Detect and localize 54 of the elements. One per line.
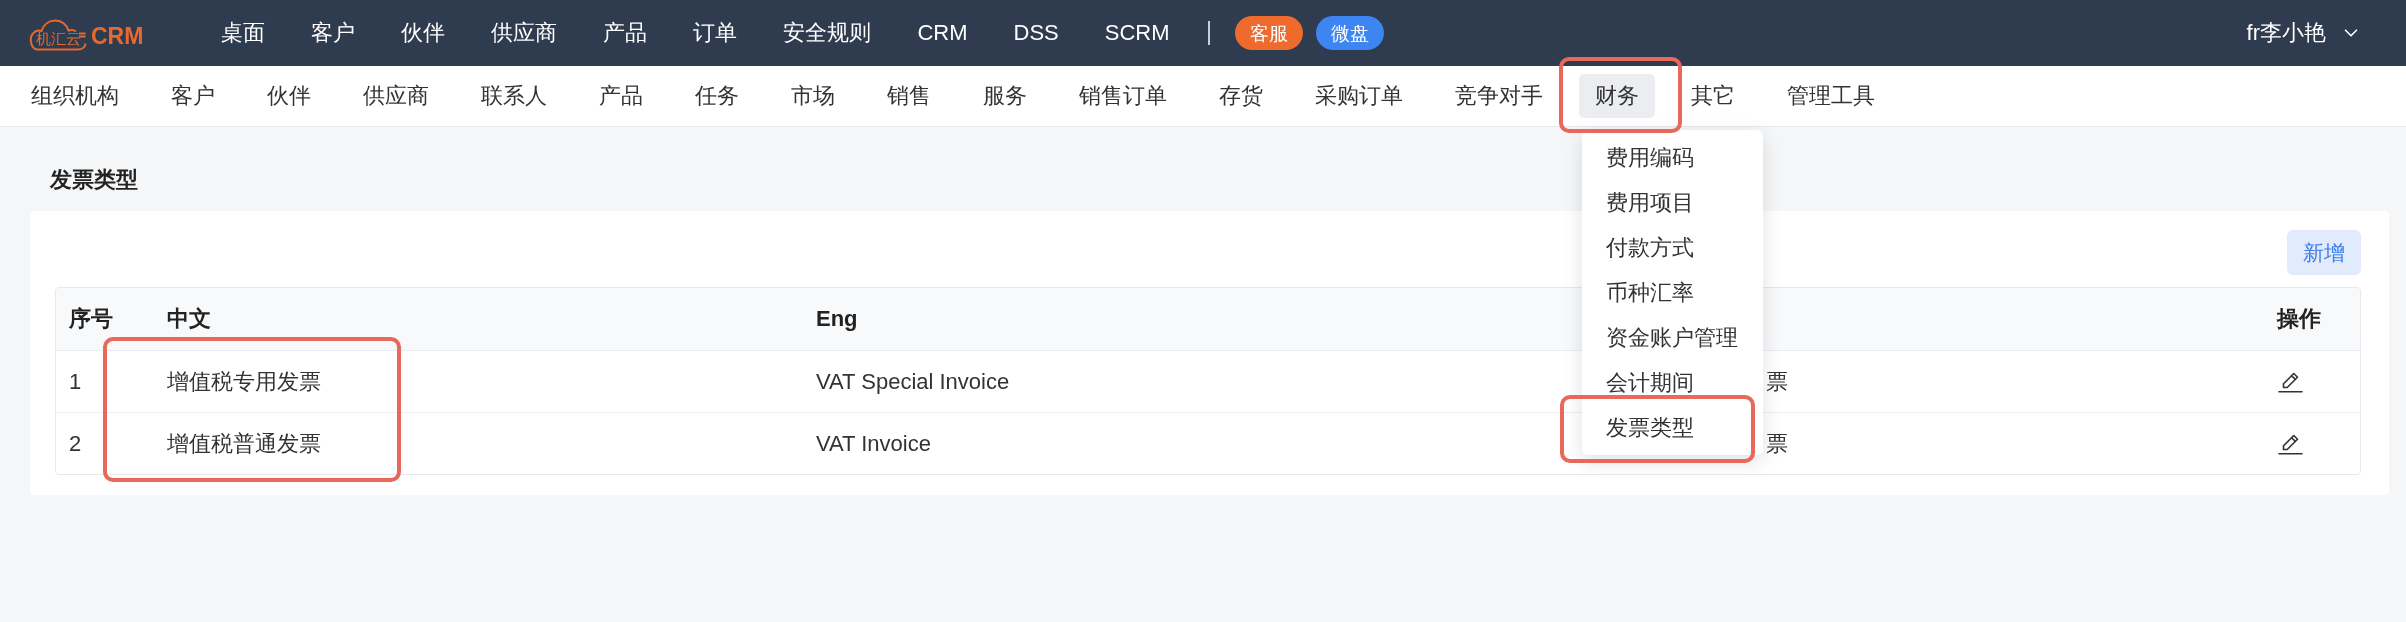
table-cell: VAT Invoice: [816, 432, 931, 455]
sub-nav-tab[interactable]: 市场: [775, 74, 851, 118]
menu-item[interactable]: 付款方式: [1582, 225, 1763, 270]
sub-nav-tab[interactable]: 竞争对手: [1439, 74, 1559, 118]
badge-button[interactable]: 微盘: [1315, 16, 1384, 50]
nav-link[interactable]: 客户: [311, 22, 356, 44]
menu-item[interactable]: 发票类型: [1582, 405, 1763, 450]
table-cell: VAT Special Invoice: [816, 370, 1010, 393]
logo-text: 机汇云: [36, 31, 81, 46]
sub-nav-tab[interactable]: 产品: [583, 74, 659, 118]
nav-link[interactable]: 供应商: [491, 22, 558, 44]
sub-nav-tab[interactable]: 客户: [155, 74, 231, 118]
menu-item[interactable]: 币种汇率: [1582, 270, 1763, 315]
sub-nav-tab[interactable]: 财务: [1579, 74, 1655, 118]
logo-title: CRM: [91, 24, 144, 48]
cloud-icon: [29, 19, 87, 51]
page-title: 发票类型: [50, 166, 139, 194]
nav-link[interactable]: 伙伴: [401, 22, 446, 44]
sub-nav-tab[interactable]: 供应商: [347, 74, 445, 118]
sub-nav-tab[interactable]: 采购订单: [1299, 74, 1419, 118]
edit-icon[interactable]: [2278, 432, 2303, 455]
sub-nav-tab[interactable]: 伙伴: [251, 74, 327, 118]
sub-nav-tab[interactable]: 存货: [1203, 74, 1279, 118]
table-cell: 2: [69, 432, 82, 455]
table-cell: 增值税普通发票: [167, 432, 321, 455]
sub-nav-tab[interactable]: 销售订单: [1063, 74, 1183, 118]
menu-item[interactable]: 资金账户管理: [1582, 315, 1763, 360]
column-header: 序号: [69, 308, 113, 330]
sub-nav-tab[interactable]: 销售: [871, 74, 947, 118]
column-header: Eng: [816, 308, 858, 330]
nav-link[interactable]: CRM: [917, 22, 968, 44]
sub-nav-tab[interactable]: 管理工具: [1771, 74, 1891, 118]
nav-link[interactable]: SCRM: [1104, 22, 1170, 44]
sub-nav-tab[interactable]: 服务: [967, 74, 1043, 118]
nav-link[interactable]: DSS: [1013, 22, 1059, 44]
sub-nav-tab[interactable]: 组织机构: [15, 74, 135, 118]
table-cell: 增值税专用发票: [167, 370, 321, 393]
sub-nav-tab[interactable]: 任务: [679, 74, 755, 118]
table-cell: 票: [1766, 370, 1788, 393]
nav-link[interactable]: 安全规则: [783, 22, 872, 44]
column-header: 中文: [167, 308, 211, 330]
menu-item[interactable]: 费用项目: [1582, 180, 1763, 225]
edit-icon[interactable]: [2278, 370, 2303, 393]
menu-item[interactable]: 会计期间: [1582, 360, 1763, 405]
table-cell: 票: [1766, 432, 1788, 455]
table-cell: 1: [69, 370, 82, 393]
user-menu[interactable]: fr李小艳: [2246, 22, 2362, 44]
nav-link[interactable]: 桌面: [221, 22, 266, 44]
sub-nav-tab[interactable]: 联系人: [465, 74, 563, 118]
menu-item[interactable]: 费用编码: [1582, 135, 1763, 180]
nav-link[interactable]: 产品: [603, 22, 648, 44]
column-header: 操作: [2277, 308, 2321, 330]
sub-nav-tab[interactable]: 其它: [1675, 74, 1751, 118]
nav-link[interactable]: 订单: [693, 22, 738, 44]
